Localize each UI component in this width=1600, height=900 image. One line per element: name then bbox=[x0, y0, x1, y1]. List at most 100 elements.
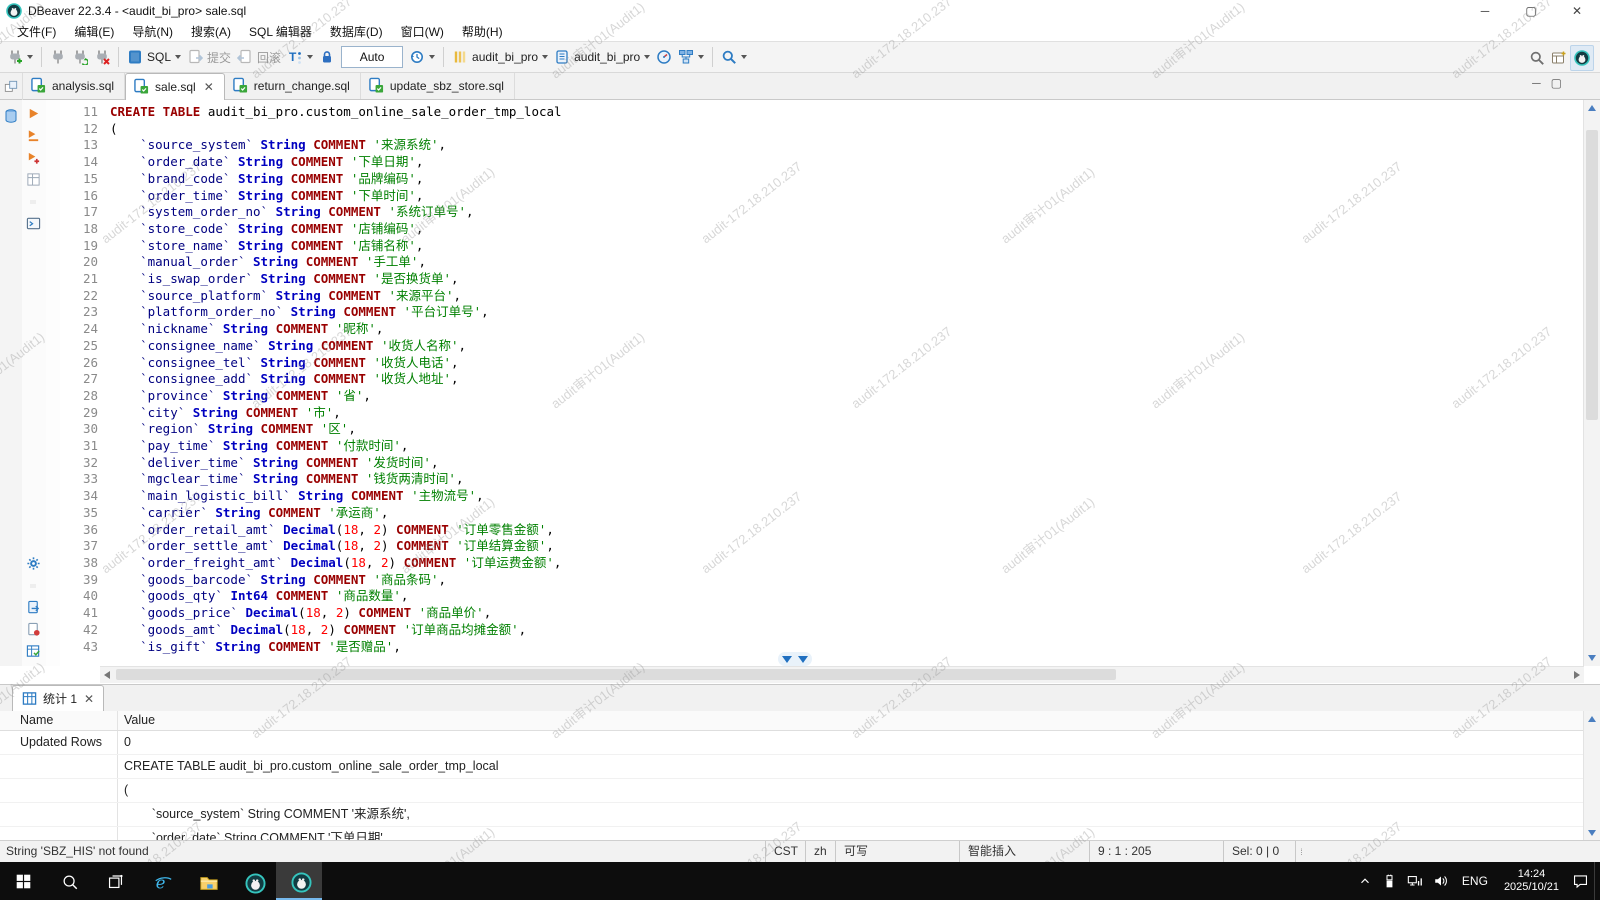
code-line[interactable]: 19 `store_name` String COMMENT '店铺名称', bbox=[60, 238, 1584, 255]
code-line[interactable]: 39 `goods_barcode` String COMMENT '商品条码'… bbox=[60, 572, 1584, 589]
dropdown-arrow-icon[interactable] bbox=[644, 55, 650, 59]
grid-row[interactable]: ( bbox=[0, 779, 1584, 803]
erd-button[interactable] bbox=[675, 45, 707, 69]
code-line[interactable]: 13 `source_system` String COMMENT '来源系统'… bbox=[60, 137, 1584, 154]
dbeaver-taskbar-button[interactable] bbox=[276, 862, 322, 900]
commit-mode-combo[interactable]: Auto bbox=[341, 46, 403, 68]
restore-panes-icon[interactable] bbox=[0, 73, 23, 100]
horizontal-scroll-thumb[interactable] bbox=[116, 669, 1116, 680]
code-line[interactable]: 18 `store_code` String COMMENT '店铺编码', bbox=[60, 221, 1584, 238]
menu-item-1[interactable]: 编辑(E) bbox=[65, 21, 123, 42]
commit-button[interactable]: 提交 bbox=[184, 45, 234, 69]
code-line[interactable]: 37 `order_settle_amt` Decimal(18, 2) COM… bbox=[60, 538, 1584, 555]
code-line[interactable]: 14 `order_date` String COMMENT '下单日期', bbox=[60, 154, 1584, 171]
close-tab-icon[interactable]: ✕ bbox=[84, 692, 94, 706]
code-line[interactable]: 17 `system_order_no` String COMMENT '系统订… bbox=[60, 204, 1584, 221]
menu-item-6[interactable]: 窗口(W) bbox=[392, 21, 453, 42]
editor-tab-1[interactable]: sale.sql✕ bbox=[125, 73, 225, 101]
grid-row[interactable]: Updated Rows0 bbox=[0, 731, 1584, 755]
panel-scroll-down-icon[interactable] bbox=[1588, 830, 1596, 836]
notification-center-icon[interactable] bbox=[1567, 862, 1594, 900]
code-line[interactable]: 34 `main_logistic_bill` String COMMENT '… bbox=[60, 488, 1584, 505]
volume-icon[interactable] bbox=[1428, 862, 1454, 900]
menu-item-3[interactable]: 搜索(A) bbox=[182, 21, 240, 42]
task-view-taskbar-button[interactable] bbox=[92, 862, 138, 900]
show-desktop-button[interactable] bbox=[1594, 862, 1600, 900]
dropdown-arrow-icon[interactable] bbox=[307, 55, 313, 59]
editor-tab-0[interactable]: analysis.sql bbox=[23, 73, 125, 99]
scroll-right-icon[interactable] bbox=[1574, 671, 1580, 679]
start-taskbar-button[interactable] bbox=[0, 862, 46, 900]
rollback-button[interactable]: 回滚 bbox=[234, 45, 284, 69]
code-area[interactable]: 11CREATE TABLE audit_bi_pro.custom_onlin… bbox=[60, 104, 1584, 666]
search-button[interactable] bbox=[1526, 46, 1548, 70]
sql-editor-button[interactable]: SQL bbox=[124, 45, 184, 69]
taskbar-clock[interactable]: 14:24 2025/10/21 bbox=[1496, 868, 1567, 894]
grid-row[interactable]: `order_date` String COMMENT '下单日期', bbox=[0, 827, 1584, 841]
lock-button[interactable] bbox=[316, 45, 338, 69]
code-line[interactable]: 28 `province` String COMMENT '省', bbox=[60, 388, 1584, 405]
editor-horizontal-scrollbar[interactable] bbox=[100, 666, 1584, 683]
plug-reconnect-button[interactable] bbox=[69, 45, 91, 69]
schema-button[interactable]: audit_bi_pro bbox=[551, 45, 653, 69]
sash-restore-arrows[interactable] bbox=[778, 652, 812, 666]
code-line[interactable]: 21 `is_swap_order` String COMMENT '是否换货单… bbox=[60, 271, 1584, 288]
grid-header-name[interactable]: Name bbox=[0, 711, 118, 730]
editor-tab-3[interactable]: update_sbz_store.sql bbox=[361, 73, 515, 99]
code-line[interactable]: 41 `goods_price` Decimal(18, 2) COMMENT … bbox=[60, 605, 1584, 622]
plug-button[interactable] bbox=[47, 45, 69, 69]
dropdown-arrow-icon[interactable] bbox=[429, 55, 435, 59]
plug-connect-button[interactable] bbox=[4, 45, 36, 69]
dropdown-arrow-icon[interactable] bbox=[698, 55, 704, 59]
grid-row[interactable]: `source_system` String COMMENT '来源系统', bbox=[0, 803, 1584, 827]
code-line[interactable]: 30 `region` String COMMENT '区', bbox=[60, 421, 1584, 438]
scroll-up-icon[interactable] bbox=[1588, 105, 1596, 111]
menu-item-2[interactable]: 导航(N) bbox=[123, 21, 182, 42]
code-line[interactable]: 12( bbox=[60, 121, 1584, 138]
grid-header-value[interactable]: Value bbox=[118, 711, 1584, 730]
code-line[interactable]: 35 `carrier` String COMMENT '承运商', bbox=[60, 505, 1584, 522]
ie-taskbar-button[interactable]: e bbox=[138, 862, 184, 900]
dropdown-arrow-icon[interactable] bbox=[741, 55, 747, 59]
file-explorer-taskbar-button[interactable] bbox=[184, 862, 230, 900]
code-line[interactable]: 29 `city` String COMMENT '市', bbox=[60, 405, 1584, 422]
maximize-button[interactable]: ▢ bbox=[1508, 0, 1554, 22]
editor-vertical-scrollbar[interactable] bbox=[1583, 100, 1600, 666]
code-line[interactable]: 31 `pay_time` String COMMENT '付款时间', bbox=[60, 438, 1584, 455]
taskbar-search-taskbar-button[interactable] bbox=[46, 862, 92, 900]
panel-scroll-up-icon[interactable] bbox=[1588, 716, 1596, 722]
usb-icon[interactable] bbox=[1377, 862, 1402, 900]
dropdown-arrow-icon[interactable] bbox=[175, 55, 181, 59]
code-line[interactable]: 40 `goods_qty` Int64 COMMENT '商品数量', bbox=[60, 588, 1584, 605]
code-line[interactable]: 43 `is_gift` String COMMENT '是否赠品', bbox=[60, 639, 1584, 656]
editor-tab-2[interactable]: return_change.sql bbox=[225, 73, 361, 99]
code-line[interactable]: 32 `deliver_time` String COMMENT '发货时间', bbox=[60, 455, 1584, 472]
code-line[interactable]: 42 `goods_amt` Decimal(18, 2) COMMENT '订… bbox=[60, 622, 1584, 639]
perspective-button[interactable] bbox=[1548, 46, 1570, 70]
history-button[interactable] bbox=[406, 45, 438, 69]
panel-vertical-scrollbar[interactable] bbox=[1583, 711, 1600, 841]
code-line[interactable]: 22 `source_platform` String COMMENT '来源平… bbox=[60, 288, 1584, 305]
code-line[interactable]: 15 `brand_code` String COMMENT '品牌编码', bbox=[60, 171, 1584, 188]
menu-item-7[interactable]: 帮助(H) bbox=[453, 21, 512, 42]
code-line[interactable]: 16 `order_time` String COMMENT '下单时间', bbox=[60, 188, 1584, 205]
maximize-editor-icon[interactable]: ▢ bbox=[1551, 76, 1562, 90]
code-line[interactable]: 33 `mgclear_time` String COMMENT '钱货两清时间… bbox=[60, 471, 1584, 488]
tray-chevron-icon[interactable] bbox=[1353, 862, 1377, 900]
code-line[interactable]: 27 `consignee_add` String COMMENT '收货人地址… bbox=[60, 371, 1584, 388]
tab-statistics[interactable]: 统计 1 ✕ bbox=[12, 685, 104, 712]
dropdown-arrow-icon[interactable] bbox=[27, 55, 33, 59]
code-line[interactable]: 24 `nickname` String COMMENT '昵称', bbox=[60, 321, 1584, 338]
plug-disconnect-button[interactable] bbox=[91, 45, 113, 69]
vertical-scroll-thumb[interactable] bbox=[1586, 130, 1598, 420]
network-icon[interactable] bbox=[1402, 862, 1428, 900]
menu-item-5[interactable]: 数据库(D) bbox=[321, 21, 392, 42]
dropdown-arrow-icon[interactable] bbox=[542, 55, 548, 59]
language-indicator[interactable]: ENG bbox=[1454, 862, 1496, 900]
transaction-button[interactable]: T bbox=[284, 45, 316, 69]
menu-item-4[interactable]: SQL 编辑器 bbox=[240, 21, 321, 42]
menu-item-0[interactable]: 文件(F) bbox=[8, 21, 65, 42]
close-button[interactable]: ✕ bbox=[1554, 0, 1600, 22]
database-navigator-icon[interactable] bbox=[3, 108, 19, 129]
grid-row[interactable]: CREATE TABLE audit_bi_pro.custom_online_… bbox=[0, 755, 1584, 779]
